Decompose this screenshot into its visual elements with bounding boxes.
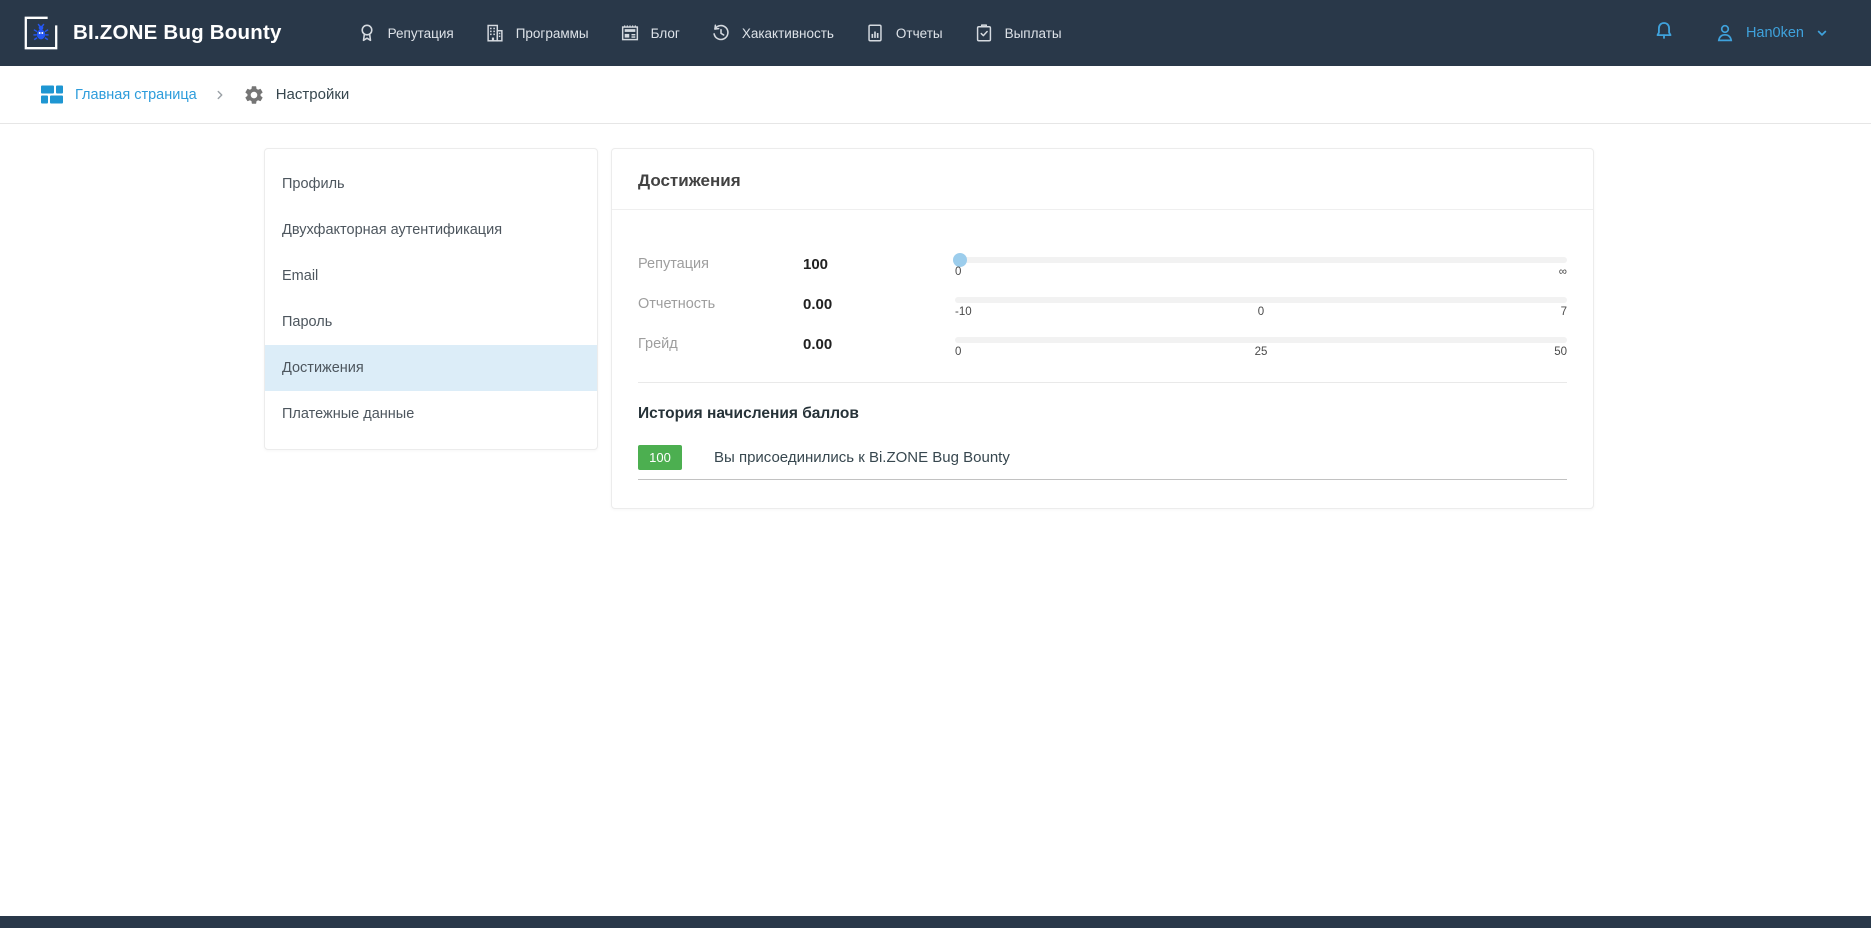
history-row: 100 Вы присоединились к Bi.ZONE Bug Boun… bbox=[638, 445, 1567, 480]
medal-icon bbox=[356, 22, 378, 44]
sidebar-item-profile[interactable]: Профиль bbox=[265, 161, 597, 207]
stat-label: Репутация bbox=[638, 256, 803, 272]
chevron-down-icon bbox=[1813, 24, 1831, 42]
slider-track[interactable] bbox=[955, 297, 1567, 303]
sidebar-item-2fa[interactable]: Двухфакторная аутентификация bbox=[265, 207, 597, 253]
stats-section: Репутация 100 0 ∞ Отчетность bbox=[638, 236, 1567, 383]
page-content: Профиль Двухфакторная аутентификация Ema… bbox=[0, 124, 1871, 928]
history-icon bbox=[710, 22, 732, 44]
user-icon bbox=[1713, 21, 1737, 45]
gear-icon bbox=[243, 84, 265, 106]
slider-scale: -10 0 7 bbox=[955, 306, 1567, 318]
nav-item-blog[interactable]: Блог bbox=[619, 22, 680, 44]
nav-item-hackactivity[interactable]: Хакактивность bbox=[710, 22, 834, 44]
breadcrumb-current: Настройки bbox=[243, 84, 350, 106]
sidebar-item-email[interactable]: Email bbox=[265, 253, 597, 299]
scale-min: 0 bbox=[955, 266, 961, 278]
payout-icon bbox=[973, 22, 995, 44]
nav-item-label: Репутация bbox=[388, 26, 454, 41]
settings-sidebar: Профиль Двухфакторная аутентификация Ema… bbox=[264, 148, 598, 450]
scale-max: 50 bbox=[1554, 346, 1567, 358]
history-entry-text: Вы присоединились к Bi.ZONE Bug Bounty bbox=[714, 449, 1010, 466]
breadcrumb-home-label: Главная страница bbox=[75, 87, 197, 103]
scale-max: ∞ bbox=[1559, 266, 1567, 278]
building-icon bbox=[484, 22, 506, 44]
nav-item-reputation[interactable]: Репутация bbox=[356, 22, 454, 44]
breadcrumb-separator-icon bbox=[213, 88, 227, 102]
stat-label: Отчетность bbox=[638, 296, 803, 312]
stat-row-reputation: Репутация 100 0 ∞ bbox=[638, 244, 1567, 284]
sidebar-item-payment-data[interactable]: Платежные данные bbox=[265, 391, 597, 437]
top-navbar: BI.ZONE Bug Bounty Репутация bbox=[0, 0, 1871, 66]
brand-logo[interactable]: BI.ZONE Bug Bounty bbox=[22, 14, 282, 52]
navbar-right: Han0ken bbox=[1651, 18, 1831, 49]
slider-scale: 0 25 50 bbox=[955, 346, 1567, 358]
user-name: Han0ken bbox=[1746, 25, 1804, 41]
points-badge: 100 bbox=[638, 445, 682, 470]
sidebar-item-password[interactable]: Пароль bbox=[265, 299, 597, 345]
panel-title: Достижения bbox=[612, 149, 1593, 210]
newspaper-icon bbox=[619, 22, 641, 44]
bizone-logo-icon bbox=[22, 14, 60, 52]
stat-row-grade: Грейд 0.00 0 25 50 bbox=[638, 324, 1567, 364]
nav-item-label: Отчеты bbox=[896, 26, 943, 41]
scale-min: 0 bbox=[955, 346, 961, 358]
nav-item-programs[interactable]: Программы bbox=[484, 22, 589, 44]
notifications-button[interactable] bbox=[1651, 18, 1677, 49]
stat-value: 100 bbox=[803, 256, 955, 273]
nav-item-payouts[interactable]: Выплаты bbox=[973, 22, 1062, 44]
main-menu: Репутация Программы bbox=[356, 22, 1062, 44]
nav-item-label: Программы bbox=[516, 26, 589, 41]
breadcrumb-current-label: Настройки bbox=[276, 86, 350, 103]
user-menu[interactable]: Han0ken bbox=[1713, 21, 1831, 45]
sidebar-item-achievements[interactable]: Достижения bbox=[265, 345, 597, 391]
breadcrumb: Главная страница Настройки bbox=[0, 66, 1871, 124]
scale-max: 7 bbox=[1561, 306, 1567, 318]
panel-body: Репутация 100 0 ∞ Отчетность bbox=[612, 210, 1593, 508]
nav-item-reports[interactable]: Отчеты bbox=[864, 22, 943, 44]
slider-track[interactable] bbox=[955, 337, 1567, 343]
scale-mid: 25 bbox=[1255, 346, 1268, 358]
footer-band bbox=[0, 916, 1871, 928]
brand-name: BI.ZONE Bug Bounty bbox=[73, 21, 282, 45]
scale-min: -10 bbox=[955, 306, 972, 318]
nav-item-label: Блог bbox=[651, 26, 680, 41]
breadcrumb-home-link[interactable]: Главная страница bbox=[40, 83, 197, 107]
stat-value: 0.00 bbox=[803, 296, 955, 313]
scale-mid: 0 bbox=[1258, 306, 1264, 318]
nav-item-label: Хакактивность bbox=[742, 26, 834, 41]
bell-icon bbox=[1651, 18, 1677, 44]
achievements-panel: Достижения Репутация 100 0 ∞ bbox=[611, 148, 1594, 509]
slider-thumb[interactable] bbox=[953, 253, 967, 267]
stat-row-reporting: Отчетность 0.00 -10 0 7 bbox=[638, 284, 1567, 324]
reporting-slider: -10 0 7 bbox=[955, 291, 1567, 318]
stat-value: 0.00 bbox=[803, 336, 955, 353]
slider-track[interactable] bbox=[955, 257, 1567, 263]
dashboard-grid-icon bbox=[40, 83, 64, 107]
report-icon bbox=[864, 22, 886, 44]
grade-slider: 0 25 50 bbox=[955, 331, 1567, 358]
reputation-slider: 0 ∞ bbox=[955, 251, 1567, 278]
history-section-title: История начисления баллов bbox=[638, 405, 1567, 423]
stat-label: Грейд bbox=[638, 336, 803, 352]
nav-item-label: Выплаты bbox=[1005, 26, 1062, 41]
slider-scale: 0 ∞ bbox=[955, 266, 1567, 278]
